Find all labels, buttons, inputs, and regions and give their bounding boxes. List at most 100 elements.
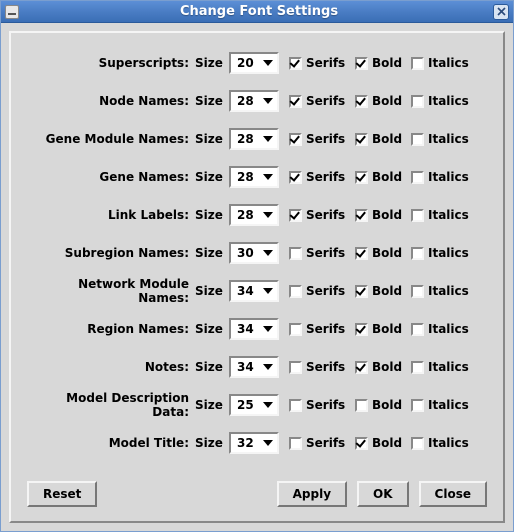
size-value: 28 — [237, 132, 261, 146]
italics-checkbox[interactable]: Italics — [411, 322, 471, 336]
checkbox-box — [289, 95, 302, 108]
size-label: Size — [195, 398, 229, 412]
size-combo[interactable]: 34 — [229, 280, 279, 302]
italics-label: Italics — [428, 246, 469, 260]
serifs-checkbox[interactable]: Serifs — [289, 398, 355, 412]
size-label: Size — [195, 208, 229, 222]
italics-checkbox[interactable]: Italics — [411, 170, 471, 184]
checkbox-box — [411, 285, 424, 298]
chevron-down-icon — [263, 136, 273, 142]
bold-checkbox[interactable]: Bold — [355, 322, 411, 336]
bold-checkbox[interactable]: Bold — [355, 132, 411, 146]
row-label: Gene Module Names: — [27, 132, 195, 146]
size-combo[interactable]: 32 — [229, 432, 279, 454]
bold-checkbox[interactable]: Bold — [355, 246, 411, 260]
bold-checkbox[interactable]: Bold — [355, 284, 411, 298]
serifs-label: Serifs — [306, 208, 345, 222]
serifs-checkbox[interactable]: Serifs — [289, 360, 355, 374]
serifs-label: Serifs — [306, 246, 345, 260]
serifs-checkbox[interactable]: Serifs — [289, 94, 355, 108]
bold-checkbox[interactable]: Bold — [355, 360, 411, 374]
italics-checkbox[interactable]: Italics — [411, 56, 471, 70]
bold-checkbox[interactable]: Bold — [355, 170, 411, 184]
size-combo[interactable]: 28 — [229, 90, 279, 112]
size-combo[interactable]: 34 — [229, 318, 279, 340]
italics-checkbox[interactable]: Italics — [411, 208, 471, 222]
chevron-down-icon — [263, 402, 273, 408]
checkbox-box — [355, 399, 368, 412]
serifs-label: Serifs — [306, 56, 345, 70]
size-combo[interactable]: 34 — [229, 356, 279, 378]
checkbox-box — [289, 399, 302, 412]
close-button[interactable]: Close — [419, 481, 487, 507]
ok-button[interactable]: OK — [357, 481, 409, 507]
italics-label: Italics — [428, 284, 469, 298]
size-value: 28 — [237, 170, 261, 184]
italics-checkbox[interactable]: Italics — [411, 94, 471, 108]
size-combo[interactable]: 28 — [229, 166, 279, 188]
font-row: Gene Names:Size28SerifsBoldItalics — [27, 165, 487, 189]
serifs-checkbox[interactable]: Serifs — [289, 246, 355, 260]
serifs-checkbox[interactable]: Serifs — [289, 284, 355, 298]
serifs-checkbox[interactable]: Serifs — [289, 436, 355, 450]
italics-label: Italics — [428, 398, 469, 412]
size-value: 20 — [237, 56, 261, 70]
bold-label: Bold — [372, 436, 402, 450]
bold-label: Bold — [372, 208, 402, 222]
bold-checkbox[interactable]: Bold — [355, 398, 411, 412]
bold-checkbox[interactable]: Bold — [355, 436, 411, 450]
serifs-label: Serifs — [306, 360, 345, 374]
size-value: 30 — [237, 246, 261, 260]
chevron-down-icon — [263, 212, 273, 218]
font-rows: Superscripts:Size20SerifsBoldItalicsNode… — [27, 51, 487, 455]
row-label: Model Description Data: — [27, 391, 195, 419]
chevron-down-icon — [263, 326, 273, 332]
serifs-checkbox[interactable]: Serifs — [289, 208, 355, 222]
checkbox-box — [411, 399, 424, 412]
serifs-checkbox[interactable]: Serifs — [289, 170, 355, 184]
italics-label: Italics — [428, 170, 469, 184]
checkbox-box — [355, 437, 368, 450]
size-combo[interactable]: 20 — [229, 52, 279, 74]
checkbox-box — [289, 209, 302, 222]
window-close-button[interactable] — [493, 4, 509, 20]
bold-checkbox[interactable]: Bold — [355, 94, 411, 108]
size-value: 32 — [237, 436, 261, 450]
serifs-checkbox[interactable]: Serifs — [289, 132, 355, 146]
size-combo[interactable]: 30 — [229, 242, 279, 264]
serifs-label: Serifs — [306, 284, 345, 298]
size-value: 28 — [237, 94, 261, 108]
size-label: Size — [195, 246, 229, 260]
window-menu-icon[interactable] — [5, 5, 19, 19]
italics-checkbox[interactable]: Italics — [411, 132, 471, 146]
size-label: Size — [195, 170, 229, 184]
bold-label: Bold — [372, 56, 402, 70]
italics-label: Italics — [428, 322, 469, 336]
bold-checkbox[interactable]: Bold — [355, 56, 411, 70]
bold-checkbox[interactable]: Bold — [355, 208, 411, 222]
size-combo[interactable]: 28 — [229, 128, 279, 150]
row-label: Notes: — [27, 360, 195, 374]
size-combo[interactable]: 25 — [229, 394, 279, 416]
checkbox-box — [355, 209, 368, 222]
italics-checkbox[interactable]: Italics — [411, 246, 471, 260]
italics-checkbox[interactable]: Italics — [411, 360, 471, 374]
size-combo[interactable]: 28 — [229, 204, 279, 226]
row-label: Superscripts: — [27, 56, 195, 70]
row-label: Node Names: — [27, 94, 195, 108]
checkbox-box — [289, 247, 302, 260]
font-row: Gene Module Names:Size28SerifsBoldItalic… — [27, 127, 487, 151]
reset-button[interactable]: Reset — [27, 481, 97, 507]
serifs-checkbox[interactable]: Serifs — [289, 56, 355, 70]
italics-checkbox[interactable]: Italics — [411, 398, 471, 412]
settings-panel: Superscripts:Size20SerifsBoldItalicsNode… — [9, 31, 505, 523]
italics-checkbox[interactable]: Italics — [411, 284, 471, 298]
serifs-checkbox[interactable]: Serifs — [289, 322, 355, 336]
italics-checkbox[interactable]: Italics — [411, 436, 471, 450]
apply-button[interactable]: Apply — [277, 481, 347, 507]
checkbox-box — [289, 437, 302, 450]
font-row: Model Description Data:Size25 SerifsBold I… — [27, 393, 487, 417]
size-label: Size — [195, 284, 229, 298]
italics-label: Italics — [428, 360, 469, 374]
checkbox-box — [355, 57, 368, 70]
